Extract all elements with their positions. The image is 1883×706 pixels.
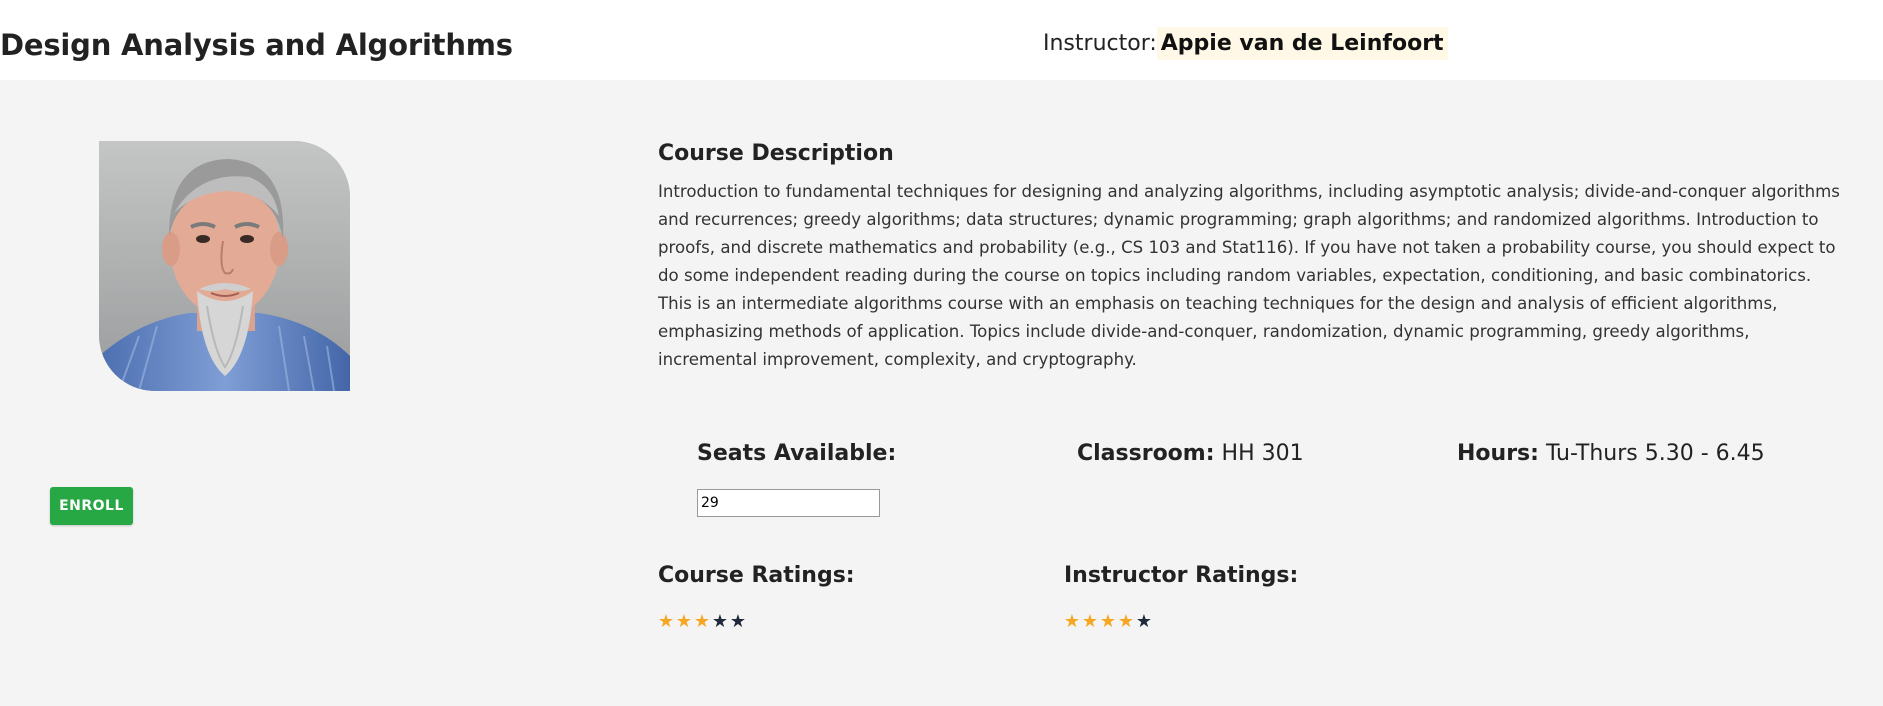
classroom-value: HH 301 (1221, 441, 1304, 466)
course-ratings-label: Course Ratings: (658, 563, 855, 588)
star-icon[interactable]: ★ (693, 612, 711, 632)
star-icon[interactable]: ★ (711, 612, 729, 632)
instructor-photo (99, 141, 350, 391)
course-description-heading: Course Description (658, 141, 894, 166)
course-description-text: Introduction to fundamental techniques f… (658, 182, 1840, 369)
instructor-info: Instructor: Appie van de Leinfoort (1043, 27, 1448, 60)
star-icon[interactable]: ★ (1081, 612, 1099, 632)
classroom-label: Classroom: (1077, 441, 1215, 466)
hours-label: Hours: (1457, 441, 1539, 466)
star-icon[interactable]: ★ (675, 612, 693, 632)
star-icon[interactable]: ★ (1063, 612, 1081, 632)
classroom-info: Classroom: HH 301 (1077, 441, 1304, 466)
instructor-portrait (99, 141, 350, 391)
seats-available-input[interactable] (697, 489, 880, 517)
instructor-rating-stars[interactable]: ★ ★ ★ ★ ★ (1063, 612, 1153, 632)
star-icon[interactable]: ★ (657, 612, 675, 632)
instructor-ratings-label: Instructor Ratings: (1064, 563, 1299, 588)
star-icon[interactable]: ★ (729, 612, 747, 632)
course-rating-stars[interactable]: ★ ★ ★ ★ ★ (657, 612, 747, 632)
instructor-label: Instructor: (1043, 31, 1157, 56)
course-title: Design Analysis and Algorithms (0, 28, 513, 62)
page-header: Design Analysis and Algorithms Instructo… (0, 0, 1883, 80)
seats-available-label: Seats Available: (697, 441, 897, 466)
instructor-name: Appie van de Leinfoort (1156, 27, 1448, 60)
enroll-button[interactable]: ENROLL (50, 487, 133, 525)
hours-info: Hours: Tu-Thurs 5.30 - 6.45 (1457, 441, 1765, 466)
star-icon[interactable]: ★ (1117, 612, 1135, 632)
star-icon[interactable]: ★ (1099, 612, 1117, 632)
hours-value: Tu-Thurs 5.30 - 6.45 (1545, 441, 1765, 466)
star-icon[interactable]: ★ (1135, 612, 1153, 632)
